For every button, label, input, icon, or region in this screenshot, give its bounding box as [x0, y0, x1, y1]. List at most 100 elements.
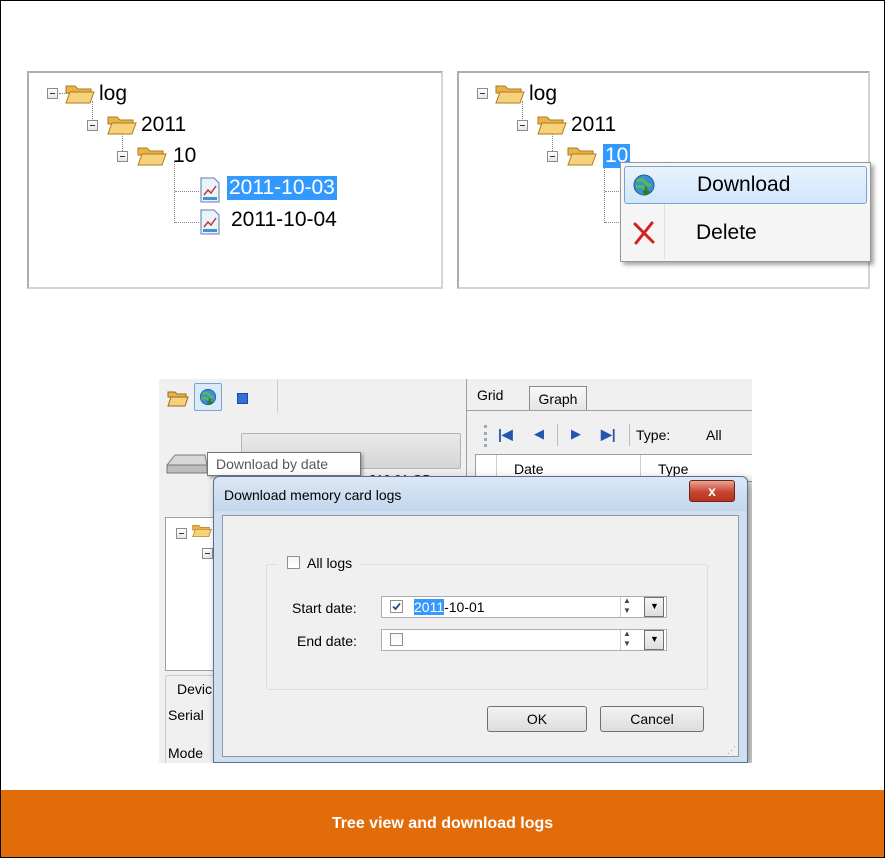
download-by-date-button[interactable] [194, 383, 222, 411]
tree-line [604, 161, 605, 223]
dialog-body: All logs Start date: 2011-10-01 ▲ ▼ ▼ En… [222, 515, 739, 757]
tree-line [174, 161, 175, 223]
type-value[interactable]: All [706, 427, 722, 443]
chevron-down-icon: ▼ [650, 601, 659, 611]
spin-up-icon: ▲ [623, 629, 631, 638]
download-globe-icon [199, 388, 217, 406]
spin-down-icon: ▼ [623, 606, 631, 615]
start-date-label: Start date: [292, 600, 357, 616]
menu-item-delete[interactable]: Delete [624, 214, 867, 252]
end-date-spinner[interactable]: ▲ ▼ [620, 629, 634, 650]
start-date-picker[interactable]: 2011-10-01 ▲ ▼ ▼ [381, 596, 667, 618]
tooltip-download-by-date: Download by date [207, 452, 361, 476]
menu-item-download-label: Download [697, 173, 791, 196]
stop-icon[interactable] [237, 393, 248, 404]
device-label: Devic [177, 681, 213, 697]
checkmark-icon [392, 602, 401, 611]
cancel-button[interactable]: Cancel [600, 706, 704, 732]
groupbox-caption: All logs [277, 554, 361, 572]
tree-node-log[interactable]: log [529, 81, 557, 107]
start-date-rest: -10-01 [444, 599, 485, 615]
collapse-toggle [202, 548, 213, 559]
prev-page-icon[interactable]: ◀ [534, 426, 544, 442]
folder-open-icon [192, 525, 212, 537]
spin-down-icon: ▼ [623, 639, 631, 648]
end-date-label: End date: [297, 633, 357, 649]
tree-node-2011[interactable]: 2011 [141, 112, 186, 138]
collapse-toggle-log[interactable] [477, 88, 488, 99]
all-logs-checkbox[interactable] [287, 556, 300, 569]
download-globe-icon [633, 174, 655, 196]
open-folder-icon[interactable] [167, 388, 189, 408]
end-date-checkbox[interactable] [390, 633, 403, 646]
figure-frame: log 2011 10 2011-10-03 2011-10-04 log 20… [0, 0, 885, 858]
cancel-button-label: Cancel [630, 711, 674, 727]
app-screenshot: 210.01 GB Download by date Devic Serial … [159, 379, 752, 763]
serial-label: Serial [168, 707, 204, 723]
delete-x-icon [633, 221, 655, 245]
folder-open-icon [567, 147, 597, 166]
log-file-icon [200, 177, 220, 203]
start-date-spinner[interactable]: ▲ ▼ [620, 596, 634, 617]
log-file-icon [200, 209, 220, 235]
folder-open-icon [137, 147, 167, 166]
toolbar-divider [277, 379, 278, 413]
chevron-down-icon: ▼ [650, 634, 659, 644]
folder-open-icon [65, 85, 95, 104]
download-dialog: Download memory card logs x All logs Sta… [213, 476, 748, 763]
tree-node-2011-10-04[interactable]: 2011-10-04 [231, 207, 337, 233]
toolbar-divider [629, 424, 630, 446]
date-groupbox [266, 564, 708, 690]
ok-button[interactable]: OK [487, 706, 587, 732]
toolbar-grip [484, 425, 487, 447]
tree-view-left[interactable]: log 2011 10 2011-10-03 2011-10-04 [27, 71, 443, 289]
end-date-dropdown[interactable]: ▼ [644, 630, 664, 650]
folder-open-icon [537, 116, 567, 135]
ok-button-label: OK [526, 711, 548, 727]
next-page-icon[interactable]: ▶ [571, 426, 581, 442]
selected-label: 2011-10-03 [227, 176, 337, 200]
menu-item-delete-label: Delete [696, 221, 757, 244]
start-year-selected: 2011 [414, 599, 445, 615]
figure-caption: Tree view and download logs [1, 790, 884, 857]
last-page-icon[interactable]: ▶| [601, 426, 616, 443]
tab-grid[interactable]: Grid [477, 387, 503, 403]
collapse-toggle [176, 528, 187, 539]
tab-strip-line [466, 410, 752, 411]
collapse-toggle-2011[interactable] [517, 120, 528, 131]
start-date-checkbox[interactable] [390, 600, 403, 613]
tab-graph-label: Graph [538, 390, 578, 407]
toolbar-divider [557, 424, 558, 446]
dialog-title: Download memory card logs [224, 487, 402, 503]
start-date-value: 2011-10-01 [414, 599, 485, 615]
all-logs-label: All logs [307, 555, 353, 571]
tab-graph[interactable]: Graph [529, 386, 587, 410]
tree-line [175, 191, 199, 192]
grid-header-type[interactable]: Type [658, 461, 688, 477]
drive-icon [166, 454, 208, 474]
collapse-toggle-10[interactable] [117, 151, 128, 162]
tree-node-log[interactable]: log [99, 81, 127, 107]
menu-item-download[interactable]: Download [624, 166, 867, 204]
caption-text: Tree view and download logs [331, 814, 554, 832]
tree-node-2011[interactable]: 2011 [571, 112, 616, 138]
dialog-close-button[interactable]: x [689, 480, 735, 502]
context-menu: Download Delete [620, 162, 871, 262]
grid-header-date[interactable]: Date [514, 461, 544, 477]
collapse-toggle-10[interactable] [547, 151, 558, 162]
tree-node-10[interactable]: 10 [173, 143, 196, 169]
resize-grip-icon[interactable]: ⋰ [727, 745, 736, 756]
spin-up-icon: ▲ [623, 596, 631, 605]
close-icon: x [708, 483, 716, 499]
end-date-picker[interactable]: ▲ ▼ ▼ [381, 629, 667, 651]
tree-line [175, 222, 199, 223]
folder-open-icon [495, 85, 525, 104]
model-label: Mode [168, 745, 204, 761]
first-page-icon[interactable]: |◀ [498, 426, 513, 443]
tree-node-2011-10-03[interactable]: 2011-10-03 [227, 175, 337, 201]
start-date-dropdown[interactable]: ▼ [644, 597, 664, 617]
folder-open-icon [107, 116, 137, 135]
collapse-toggle-2011[interactable] [87, 120, 98, 131]
type-label: Type: [636, 427, 671, 443]
collapse-toggle-log[interactable] [47, 88, 58, 99]
